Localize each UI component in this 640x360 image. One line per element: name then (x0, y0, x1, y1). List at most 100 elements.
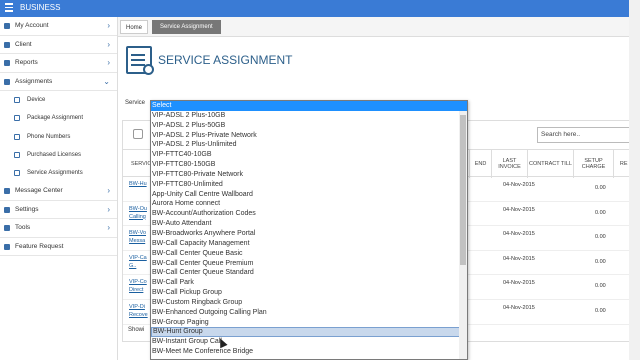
dropdown-scrollbar-thumb[interactable] (460, 115, 466, 265)
setup-charge-value: 0.00 (595, 283, 606, 290)
dropdown-option[interactable]: BW-Call Park (151, 278, 467, 288)
breadcrumb-home[interactable]: Home (120, 20, 149, 34)
dropdown-option[interactable]: BW-Auto Attendant (151, 219, 467, 229)
sidebar-item-label: Device (27, 97, 46, 103)
service-link[interactable]: BW-Ou Calling (129, 205, 149, 221)
phone-icon (14, 133, 20, 140)
gear-icon (143, 64, 154, 75)
chevron-right-icon: › (107, 186, 110, 196)
user-icon (4, 23, 10, 29)
contract-till-value: 04-Nov-2015 (503, 206, 535, 213)
setup-charge-value: 0.00 (595, 307, 606, 314)
dropdown-option[interactable]: BW-Call Center Queue Premium (151, 259, 467, 269)
sidebar-subitem-package-assignment[interactable]: Package Assignment (0, 109, 117, 127)
dropdown-scrollbar[interactable] (459, 111, 467, 359)
sidebar-item-label: Message Center (15, 187, 63, 195)
sidebar-item-label: Settings (15, 205, 39, 213)
chart-icon (4, 60, 10, 66)
sidebar-item-label: Package Assignment (27, 115, 84, 122)
sidebar-item-label: Reports (15, 59, 38, 66)
sidebar-item-label: Tools (15, 224, 31, 232)
sidebar-item-settings[interactable]: Settings › (0, 201, 117, 220)
col-end[interactable]: END (469, 150, 491, 178)
search-input[interactable]: Search here.. (537, 127, 633, 143)
sidebar-item-assignments[interactable]: Assignments ⌄ (0, 73, 117, 91)
chevron-right-icon: › (107, 58, 110, 67)
col-contract-till[interactable]: CONTRACT TILL (527, 150, 573, 178)
sidebar-item-my-account[interactable]: My Account › (0, 17, 117, 36)
dropdown-option[interactable]: VIP-FTTC40-10GB (151, 150, 467, 160)
sidebar-item-label: Purchased Licenses (27, 151, 82, 158)
dropdown-option[interactable]: BW-Call Pickup Group (151, 288, 467, 298)
sidebar-subitem-device[interactable]: Device (0, 91, 117, 109)
service-link[interactable]: VIP-Ca G.. (129, 254, 149, 270)
dropdown-option[interactable]: Select (151, 101, 467, 111)
service-link[interactable]: BW-Hu (129, 180, 149, 188)
sidebar-item-reports[interactable]: Reports › (0, 54, 117, 73)
dropdown-option[interactable]: BW-Custom Ringback Group (151, 298, 467, 308)
sidebar-item-label: Phone Numbers (27, 133, 71, 140)
setup-charge-value: 0.00 (595, 185, 606, 191)
showing-entries-text: Showi (128, 327, 145, 333)
col-last-invoice[interactable]: LAST INVOICE (491, 150, 527, 178)
dropdown-option[interactable]: VIP-ADSL 2 Plus-Unlimited (151, 140, 467, 150)
contract-till-value: 04-Nov-2015 (503, 255, 535, 262)
sidebar-item-message-center[interactable]: Message Center › (0, 182, 117, 201)
dropdown-option[interactable]: BW-Meet Me Conference Bridge (151, 347, 467, 357)
col-setup-charge[interactable]: SETUP CHARGE (573, 150, 613, 178)
service-assignment-icon (126, 46, 154, 75)
app-title: BUSINESS (20, 3, 61, 12)
sidebar-item-label: Service Assignments (27, 170, 83, 177)
service-link[interactable]: VIP-Di Recove (129, 303, 149, 319)
dropdown-option[interactable]: VIP-FTTC80-150GB (151, 160, 467, 170)
sidebar-subitem-service-assignments[interactable]: Service Assignments (0, 164, 117, 182)
contract-till-value: 04-Nov-2015 (503, 304, 535, 311)
service-dropdown-list[interactable]: Select VIP-ADSL 2 Plus-10GB VIP-ADSL 2 Plu… (150, 100, 468, 360)
dropdown-option[interactable]: App-Unity Call Centre Wallboard (151, 190, 467, 200)
chevron-right-icon: › (107, 21, 110, 30)
sidebar-item-label: Assignments (15, 77, 53, 85)
dropdown-option[interactable]: BW-Group Paging (151, 318, 467, 328)
dropdown-option[interactable]: BW-Call Center Queue Basic (151, 249, 467, 259)
users-icon (4, 41, 10, 48)
service-link[interactable]: BW-Vo Messa (129, 229, 149, 245)
device-icon (14, 97, 20, 103)
dropdown-option[interactable]: Aurora Home connect (151, 199, 467, 209)
dropdown-option[interactable]: BW-Instant Group Call (151, 337, 467, 347)
dropdown-option[interactable]: BW-Hunt Group (151, 327, 467, 338)
sidebar-item-label: My Account (15, 22, 49, 29)
assignments-icon (4, 78, 10, 85)
hamburger-menu-icon[interactable] (5, 3, 13, 12)
dropdown-option[interactable]: VIP-FTTC80-Private Network (151, 170, 467, 180)
sidebar-item-tools[interactable]: Tools › (0, 219, 117, 238)
sidebar-item-client[interactable]: Client › (0, 36, 117, 54)
service-label: Service (125, 100, 146, 106)
license-icon (14, 151, 20, 158)
dropdown-option[interactable]: BW-Call Center Queue Standard (151, 268, 467, 278)
sidebar-subitem-purchased-licenses[interactable]: Purchased Licenses (0, 146, 117, 164)
dropdown-option[interactable]: VIP-ADSL 2 Plus-50GB (151, 121, 467, 131)
dropdown-option[interactable]: BW-Call Capacity Management (151, 239, 467, 249)
sidebar-subitem-phone-numbers[interactable]: Phone Numbers (0, 128, 117, 146)
setup-charge-value: 0.00 (595, 234, 606, 241)
setup-charge-value: 0.00 (595, 209, 606, 216)
sidebar-item-label: Feature Request (15, 242, 64, 250)
dropdown-option[interactable]: VIP-ADSL 2 Plus-10GB (151, 111, 467, 121)
page-scrollbar[interactable] (629, 0, 640, 360)
chevron-right-icon: › (107, 39, 110, 49)
dropdown-option[interactable]: BW-Account/Authorization Codes (151, 209, 467, 219)
breadcrumb: Home Service Assignment (118, 17, 640, 37)
chevron-right-icon: › (107, 204, 110, 214)
select-all-checkbox[interactable] (133, 129, 143, 139)
dropdown-option[interactable]: VIP-ADSL 2 Plus-Private Network (151, 131, 467, 141)
service-link[interactable]: VIP-Co Direct (129, 278, 149, 294)
setup-charge-value: 0.00 (595, 258, 606, 265)
sidebar: My Account › Client › Reports › Assignments… (0, 17, 118, 360)
dropdown-option[interactable]: BW-Enhanced Outgoing Calling Plan (151, 308, 467, 318)
sidebar-item-feature-request[interactable]: Feature Request (0, 238, 117, 257)
dropdown-option[interactable]: VIP-FTTC80-Unlimited (151, 180, 467, 190)
service-icon (14, 170, 20, 177)
dropdown-option[interactable]: BW-Broadworks Anywhere Portal (151, 229, 467, 239)
chevron-right-icon: › (107, 223, 110, 233)
document-icon (4, 243, 10, 250)
